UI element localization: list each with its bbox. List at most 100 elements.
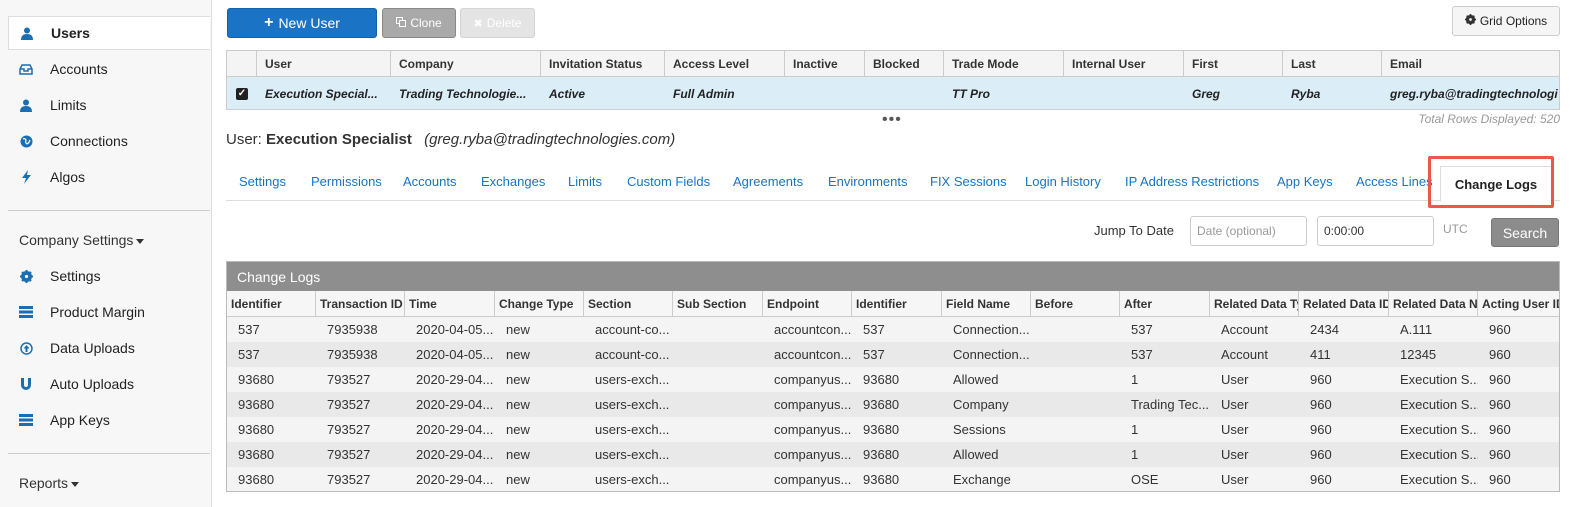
column-header[interactable]: User xyxy=(257,51,391,76)
resize-handle[interactable]: ••• xyxy=(882,111,902,129)
column-header[interactable]: Before xyxy=(1031,291,1120,316)
table-cell: 2020-04-05... xyxy=(416,322,494,337)
table-cell: 537 xyxy=(1131,347,1153,362)
tab-app-keys[interactable]: App Keys xyxy=(1277,174,1333,189)
table-row[interactable]: 93680 793527 2020-29-04... new users-exch...… xyxy=(227,467,1559,491)
table-cell: Connection... xyxy=(953,347,1030,362)
column-header[interactable]: Related Data Type xyxy=(1210,291,1299,316)
tab-custom-fields[interactable]: Custom Fields xyxy=(627,174,710,189)
table-row[interactable]: 93680 793527 2020-29-04... new users-exch...… xyxy=(227,392,1559,417)
table-row[interactable]: ✓ Execution Special... Trading Technolog… xyxy=(227,77,1559,109)
column-header[interactable]: Sub Section xyxy=(673,291,763,316)
sidebar-item-auto-uploads[interactable]: Auto Uploads xyxy=(8,367,210,401)
grid-options-label: Grid Options xyxy=(1479,14,1548,28)
table-cell: Active xyxy=(549,86,586,101)
column-header[interactable]: Identifier xyxy=(852,291,942,316)
row-checkbox[interactable]: ✓ xyxy=(227,77,257,109)
table-cell: 2020-29-04... xyxy=(416,472,494,487)
sidebar-divider xyxy=(8,210,210,211)
column-header[interactable]: Field Name xyxy=(942,291,1031,316)
column-header[interactable]: Invitation Status xyxy=(541,51,665,76)
column-header[interactable]: Time xyxy=(405,291,495,316)
table-cell: Exchange xyxy=(953,472,1011,487)
column-header[interactable]: Trade Mode xyxy=(944,51,1064,76)
reports-toggle[interactable]: Reports xyxy=(19,475,80,491)
new-user-button[interactable]: + New User xyxy=(227,8,377,38)
time-input[interactable] xyxy=(1317,216,1434,246)
column-header[interactable]: After xyxy=(1120,291,1210,316)
table-cell xyxy=(1064,77,1184,109)
tab-exchanges[interactable]: Exchanges xyxy=(481,174,545,189)
table-cell: users-exch... xyxy=(595,422,670,437)
tab-accounts[interactable]: Accounts xyxy=(403,174,456,189)
column-header[interactable]: Section xyxy=(584,291,673,316)
column-header[interactable]: Inactive xyxy=(785,51,865,76)
tab-fix-sessions[interactable]: FIX Sessions xyxy=(930,174,1007,189)
column-header[interactable]: Acting User ID xyxy=(1478,291,1559,316)
tab-settings[interactable]: Settings xyxy=(239,174,286,189)
company-settings-toggle[interactable]: Company Settings xyxy=(19,232,145,248)
table-cell: new xyxy=(506,472,530,487)
sidebar-item-users[interactable]: Users xyxy=(8,16,210,50)
tab-ip-address-restrictions[interactable]: IP Address Restrictions xyxy=(1125,174,1259,189)
tab-environments[interactable]: Environments xyxy=(828,174,907,189)
tab-agreements[interactable]: Agreements xyxy=(733,174,803,189)
table-cell: Allowed xyxy=(953,372,999,387)
column-header[interactable]: Related Data ID xyxy=(1299,291,1389,316)
table-cell: 960 xyxy=(1489,397,1511,412)
sidebar-item-limits[interactable]: Limits xyxy=(8,88,210,122)
user-icon xyxy=(19,25,35,41)
user-email: (greg.ryba@tradingtechnologies.com) xyxy=(424,131,676,148)
column-header[interactable]: Email xyxy=(1382,51,1559,76)
table-row[interactable]: 93680 793527 2020-29-04... new users-exch...… xyxy=(227,442,1559,467)
column-header[interactable]: Identifier xyxy=(227,291,316,316)
column-header[interactable]: Change Type xyxy=(495,291,584,316)
tab-login-history[interactable]: Login History xyxy=(1025,174,1101,189)
table-cell: companyus... xyxy=(774,397,852,412)
delete-label: Delete xyxy=(486,16,522,30)
table-row[interactable]: 93680 793527 2020-29-04... new users-exch...… xyxy=(227,417,1559,442)
tab-access-lines[interactable]: Access Lines xyxy=(1356,174,1433,189)
reports-label: Reports xyxy=(19,475,69,491)
column-header[interactable]: First xyxy=(1184,51,1283,76)
change-logs-panel: Change Logs Identifier Transaction ID Time… xyxy=(226,261,1560,492)
column-header[interactable]: Related Data Name xyxy=(1389,291,1478,316)
search-button[interactable]: Search xyxy=(1491,218,1559,247)
sidebar-item-product-margin[interactable]: Product Margin xyxy=(8,295,210,329)
close-icon: ✖ xyxy=(473,17,483,30)
column-header[interactable]: Endpoint xyxy=(763,291,852,316)
table-cell: 93680 xyxy=(238,397,275,412)
table-cell: Execution S... xyxy=(1400,397,1478,412)
column-header[interactable]: Company xyxy=(391,51,541,76)
delete-button[interactable]: ✖ Delete xyxy=(460,8,535,38)
list-icon xyxy=(18,304,34,320)
sidebar-item-label: Accounts xyxy=(50,61,108,77)
sidebar-item-accounts[interactable]: Accounts xyxy=(8,52,210,86)
table-cell xyxy=(1031,367,1120,392)
table-cell xyxy=(673,317,763,342)
table-row[interactable]: 537 7935938 2020-04-05... new account-co... a… xyxy=(227,317,1559,342)
clone-button[interactable]: Clone xyxy=(382,8,456,38)
table-cell: Account xyxy=(1221,347,1268,362)
tab-limits[interactable]: Limits xyxy=(568,174,602,189)
sidebar-item-data-uploads[interactable]: Data Uploads xyxy=(8,331,210,365)
sidebar-item-app-keys[interactable]: App Keys xyxy=(8,403,210,437)
table-cell: 793527 xyxy=(327,397,371,412)
check-icon: ✓ xyxy=(236,87,248,100)
column-header[interactable]: Access Level xyxy=(665,51,785,76)
grid-options-button[interactable]: Grid Options xyxy=(1452,6,1560,36)
column-header[interactable]: Transaction ID xyxy=(316,291,405,316)
tab-permissions[interactable]: Permissions xyxy=(311,174,382,189)
sidebar-item-settings[interactable]: Settings xyxy=(8,259,210,293)
table-row[interactable]: 537 7935938 2020-04-05... new account-co... a… xyxy=(227,342,1559,367)
table-cell: users-exch... xyxy=(595,472,670,487)
sidebar-item-connections[interactable]: Connections xyxy=(8,124,210,158)
inbox-icon xyxy=(18,61,34,77)
column-header[interactable]: Last xyxy=(1283,51,1382,76)
table-row[interactable]: 93680 793527 2020-29-04... new users-exch...… xyxy=(227,367,1559,392)
column-header[interactable]: Internal User xyxy=(1064,51,1184,76)
sidebar-item-algos[interactable]: Algos xyxy=(8,160,210,194)
date-input[interactable] xyxy=(1190,216,1307,246)
sidebar-item-label: App Keys xyxy=(50,412,110,428)
column-header[interactable]: Blocked xyxy=(865,51,944,76)
